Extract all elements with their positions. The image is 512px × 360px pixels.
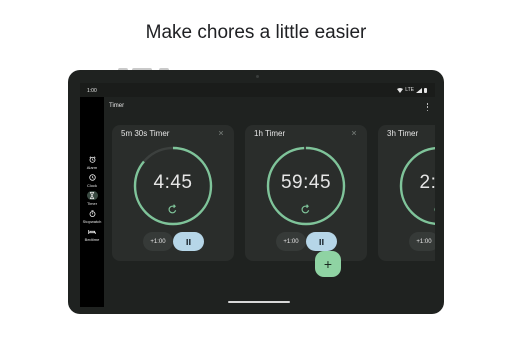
timer-time: 59:45 <box>280 172 332 193</box>
pause-icon <box>186 238 191 245</box>
timer-content: Timer 5m 30s Timer 4:45 +1:00 1h Timer 5 <box>104 97 435 307</box>
nav-item-clock[interactable]: Clock <box>80 173 104 188</box>
alarm-icon <box>87 155 98 164</box>
pause-button[interactable] <box>173 232 204 251</box>
nav-item-stopwatch[interactable]: Stopwatch <box>80 209 104 224</box>
status-time: 1:00 <box>87 88 97 94</box>
timer-name: 1h Timer <box>254 129 286 138</box>
battery-icon <box>424 87 427 93</box>
camera <box>256 75 259 78</box>
pause-icon <box>319 238 324 245</box>
nav-label-clock: Clock <box>86 183 97 188</box>
add-minute-button[interactable]: +1:00 <box>276 232 306 251</box>
network-label: LTE <box>405 87 414 93</box>
page-title: Timer <box>109 103 125 109</box>
headline: Make chores a little easier <box>145 22 367 43</box>
reset-icon[interactable] <box>167 204 178 215</box>
timer-time: 4:45 <box>153 172 193 193</box>
timer-name: 5m 30s Timer <box>121 129 170 138</box>
bed-icon <box>87 227 98 236</box>
timer-card: 1h Timer 59:45 +1:00 <box>245 125 367 261</box>
timer-name: 3h Timer <box>387 129 419 138</box>
close-icon[interactable] <box>351 130 357 136</box>
nav-rail: Alarm Clock Timer Stopwatch Bedtime <box>80 155 104 245</box>
tablet-screen: 1:00 LTE Alarm Clock Timer Stopwatch Bed… <box>80 83 435 307</box>
status-icons: LTE <box>397 87 427 93</box>
add-timer-fab[interactable]: + <box>315 251 341 277</box>
nav-label-bedtime: Bedtime <box>84 237 100 242</box>
plus-icon: + <box>323 256 333 272</box>
signal-icon <box>416 87 422 93</box>
nav-label-timer: Timer <box>86 201 98 206</box>
clock-icon <box>87 173 98 182</box>
nav-label-alarm: Alarm <box>86 165 98 170</box>
nav-item-bedtime[interactable]: Bedtime <box>80 227 104 242</box>
timer-time: 2:59 <box>419 172 436 193</box>
reset-icon[interactable] <box>433 204 435 215</box>
nav-label-stopwatch: Stopwatch <box>82 219 102 224</box>
pause-button[interactable] <box>306 232 337 251</box>
wifi-icon <box>397 87 404 93</box>
nav-item-alarm[interactable]: Alarm <box>80 155 104 170</box>
nav-item-timer[interactable]: Timer <box>80 191 104 206</box>
reset-icon[interactable] <box>300 204 311 215</box>
add-minute-button[interactable]: +1:00 <box>143 232 173 251</box>
add-minute-button[interactable]: +1:00 <box>409 232 435 251</box>
stopwatch-icon <box>87 209 98 218</box>
timer-card: 5m 30s Timer 4:45 +1:00 <box>112 125 234 261</box>
close-icon[interactable] <box>218 130 224 136</box>
more-vert-icon[interactable] <box>426 103 429 111</box>
hourglass-icon <box>86 191 98 200</box>
timer-card: 3h Timer 2:59 +1:00 <box>378 125 435 261</box>
gesture-handle[interactable] <box>228 301 290 303</box>
status-bar: 1:00 LTE <box>80 83 435 97</box>
